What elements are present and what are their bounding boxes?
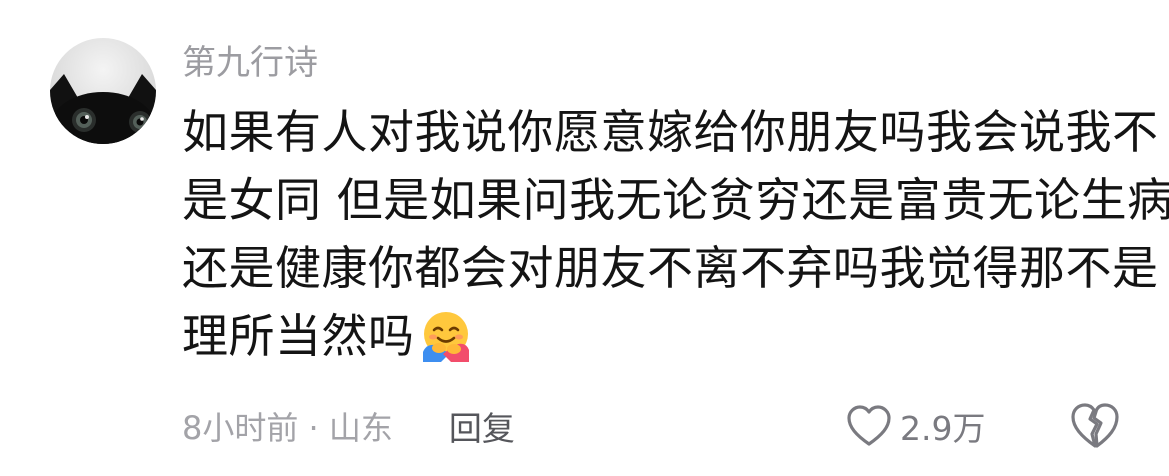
heart-outline-icon <box>847 405 891 446</box>
like-button[interactable]: 2.9万 <box>846 398 985 454</box>
comment-text-line-last: 理所当然吗 <box>182 302 1127 370</box>
hugging-face-emoji-icon <box>422 312 469 362</box>
reply-button[interactable]: 回复 <box>449 402 515 450</box>
dislike-button[interactable] <box>1070 402 1120 450</box>
black-cat-avatar-icon <box>50 38 156 144</box>
comment-text: 如果有人对我说你愿意嫁给你朋友吗我会说我不 是女同 但是如果问我无论贫穷还是富贵… <box>182 98 1169 370</box>
broken-heart-icon <box>1071 403 1119 448</box>
comment-text-line: 理所当然吗 <box>182 309 415 363</box>
comment-text-line: 还是健康你都会对朋友不离不弃吗我觉得那不是 <box>182 241 1159 295</box>
like-count: 2.9万 <box>900 409 986 448</box>
comment-time-location: 8小时前 · 山东 <box>182 409 393 447</box>
comment-text-line: 如果有人对我说你愿意嫁给你朋友吗我会说我不 <box>182 105 1159 159</box>
comment-text-line: 是女同 但是如果问我无论贫穷还是富贵无论生病 <box>182 173 1169 227</box>
comment-meta: 8小时前 · 山东 回复 <box>182 398 515 454</box>
username[interactable]: 第九行诗 <box>182 38 318 88</box>
avatar[interactable] <box>50 38 156 144</box>
comment-item: 第九行诗 如果有人对我说你愿意嫁给你朋友吗我会说我不 是女同 但是如果问我无论贫… <box>0 0 1169 476</box>
